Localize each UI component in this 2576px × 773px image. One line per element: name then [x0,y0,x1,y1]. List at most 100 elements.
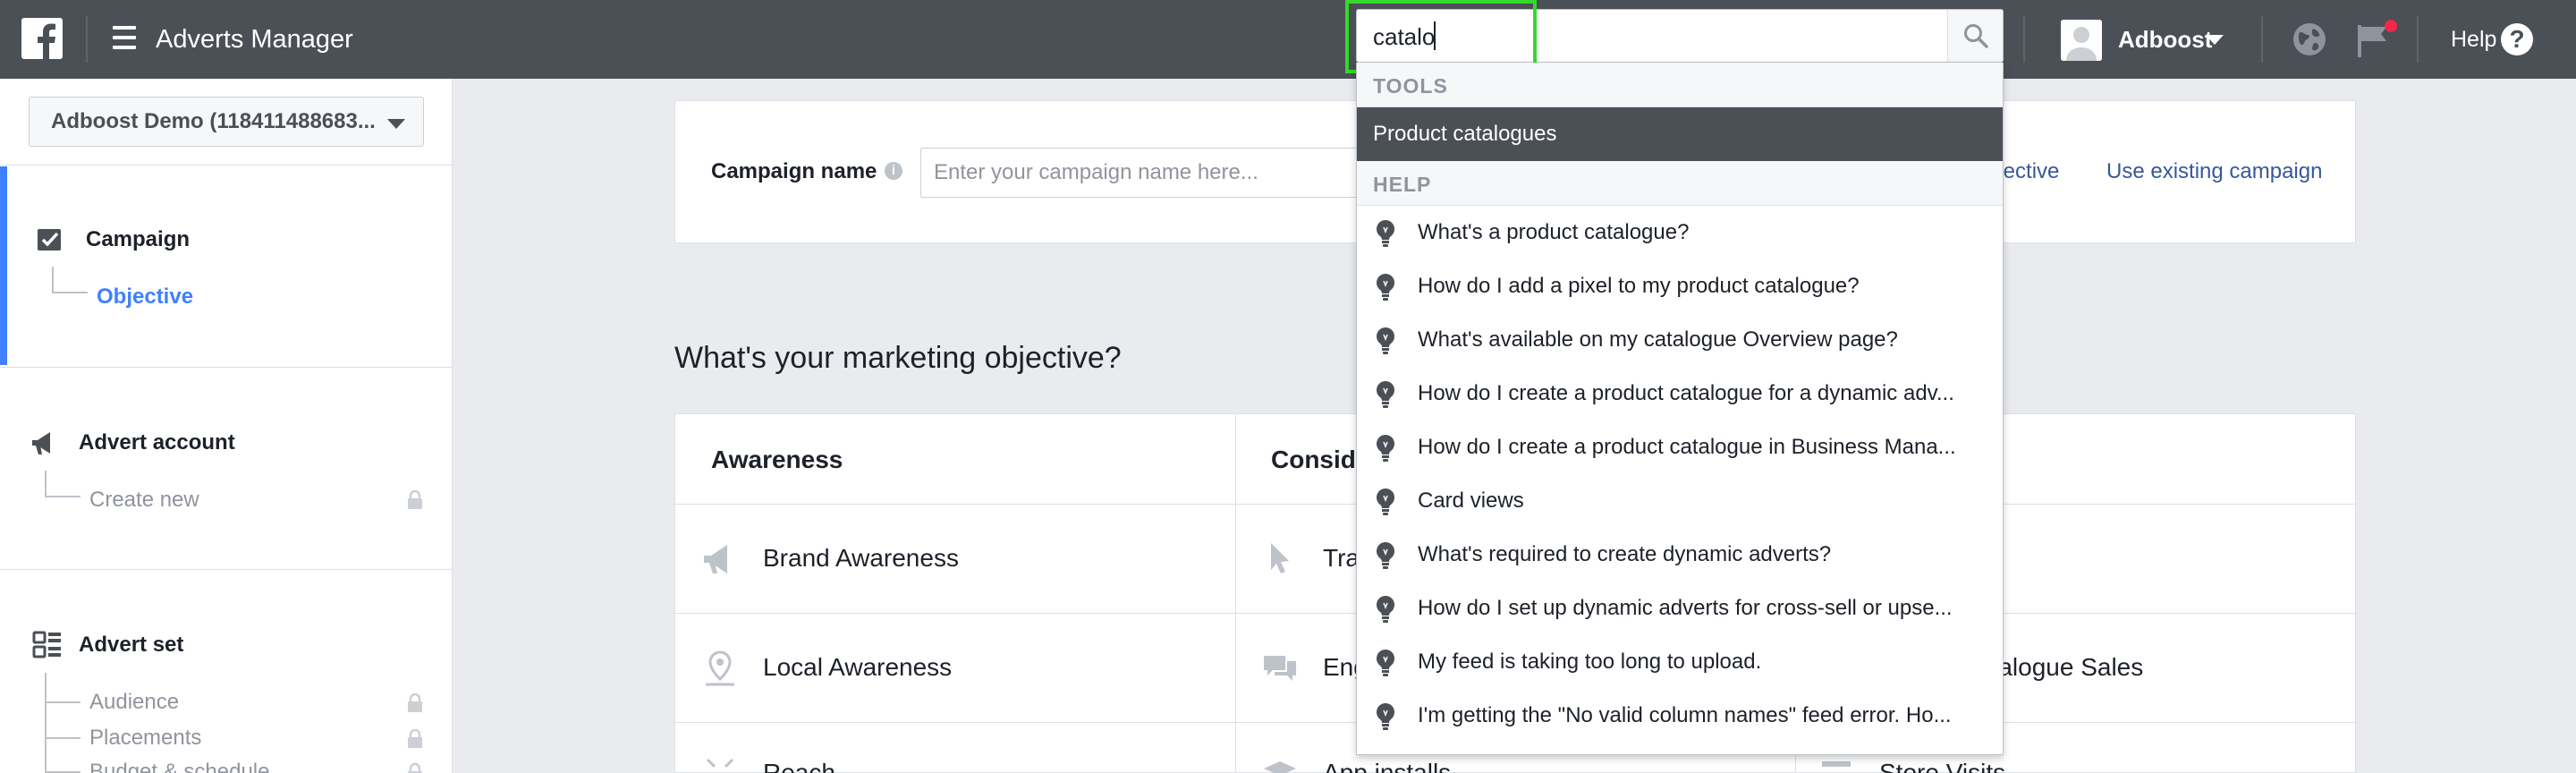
tree-line [45,471,47,497]
objective-app-installs[interactable]: App installs [1323,758,1451,773]
search-icon [1964,24,1988,48]
help-result-label: How do I add a pixel to my product catal… [1418,274,1860,298]
reach-icon [706,758,734,769]
lock-icon [408,692,422,712]
help-result-item[interactable]: How do I add a pixel to my product catal… [1357,259,2003,313]
sidebar-item-objective[interactable]: Objective [97,284,193,310]
help-result-label: How do I set up dynamic adverts for cros… [1418,596,1953,620]
topbar-divider [2261,16,2263,63]
app-title: Adverts Manager [156,25,353,54]
column-divider [1235,414,1236,773]
help-section-header: HELP [1357,161,2003,206]
app-installs-icon [1264,761,1296,773]
location-pin-icon [706,650,734,686]
tree-line [52,292,88,293]
campaign-name-input[interactable] [920,148,1385,198]
megaphone-icon [32,432,50,454]
topbar-divider [2023,16,2025,63]
sidebar: Adboost Demo (118411488683... Campaign O… [0,79,453,773]
help-result-label: How do I create a product catalogue for … [1418,381,1954,405]
lock-icon [408,489,422,509]
objective-local-awareness[interactable]: Local Awareness [763,652,952,683]
lightbulb-icon [1377,488,1394,515]
objective-brand-awareness[interactable]: Brand Awareness [763,543,959,573]
help-result-item[interactable]: How do I create a product catalogue for … [1357,367,2003,420]
tool-result-label: Product catalogues [1373,122,1557,146]
info-icon[interactable]: i [885,162,902,180]
chevron-down-icon [387,119,405,129]
help-result-label: What's required to create dynamic advert… [1418,542,1832,566]
question-mark-icon[interactable]: ? [2501,23,2533,55]
active-section-indicator [0,166,7,365]
help-result-label: Card views [1418,488,1524,513]
account-selector-label: Adboost Demo (118411488683... [51,109,376,133]
store-icon [1822,761,1851,767]
divider [0,367,453,368]
campaign-checkbox-icon [38,229,61,251]
menu-icon[interactable] [113,26,136,51]
help-result-item[interactable]: I'm getting the "No valid column names" … [1357,689,2003,743]
tree-line [45,496,80,497]
tools-section-header: TOOLS [1357,63,2003,107]
grid-icon [32,631,61,658]
campaign-name-label: Campaign name [711,159,877,183]
lightbulb-icon [1377,274,1394,301]
divider [0,165,453,166]
topbar-divider [2417,16,2419,63]
help-result-item[interactable]: What's available on my catalogue Overvie… [1357,313,2003,367]
column-header-consideration: Consid [1271,446,1356,473]
tool-result-product-catalogues[interactable]: Product catalogues [1357,107,2003,161]
tree-line [45,737,80,739]
help-result-item[interactable]: My feed is taking too long to upload. [1357,635,2003,689]
facebook-logo-icon[interactable] [21,18,63,59]
user-name[interactable]: Adboost [2118,26,2212,53]
objective-reach[interactable]: Reach [763,758,835,773]
help-result-item[interactable]: What's a product catalogue? [1357,206,2003,259]
sidebar-item-audience[interactable]: Audience [89,689,179,716]
sidebar-heading-campaign[interactable]: Campaign [86,226,190,253]
avatar[interactable] [2061,20,2102,61]
cursor-icon [1271,543,1289,573]
help-result-item[interactable]: Card views [1357,474,2003,528]
help-result-item[interactable]: What's required to create dynamic advert… [1357,528,2003,582]
lightbulb-icon [1377,327,1394,354]
search-results-dropdown: TOOLS Product catalogues HELP What's a p… [1356,63,2004,755]
help-result-label: I'm getting the "No valid column names" … [1418,703,1952,727]
tree-line [52,267,54,293]
lock-icon [408,762,422,773]
lightbulb-icon [1377,435,1394,462]
help-result-label: What's a product catalogue? [1418,220,1690,244]
lightbulb-icon [1377,650,1394,676]
search-button[interactable] [1947,10,2003,62]
account-selector[interactable]: Adboost Demo (118411488683... [29,97,424,147]
column-header-awareness: Awareness [711,446,843,473]
tools-section-label: TOOLS [1373,74,1448,98]
notification-badge [2385,20,2397,32]
top-navigation-bar: Adverts Manager Adboost Help ? [0,0,2576,79]
globe-icon[interactable] [2292,21,2327,57]
chat-bubbles-icon [1264,656,1296,681]
help-result-item[interactable]: How do I create a product catalogue in B… [1357,420,2003,474]
sidebar-item-budget-schedule[interactable]: Budget & schedule [89,759,269,773]
help-link[interactable]: Help [2451,26,2496,53]
use-existing-campaign-link[interactable]: Use existing campaign [2106,158,2322,185]
sidebar-heading-advert-account[interactable]: Advert account [79,429,235,456]
help-result-label: What's available on my catalogue Overvie… [1418,327,1898,352]
objective-store-visits[interactable]: Store Visits [1879,758,2005,773]
topbar-divider [86,16,88,63]
divider [0,569,453,570]
objective-traffic[interactable]: Tra [1323,543,1360,573]
sidebar-item-create-new[interactable]: Create new [89,487,199,514]
lightbulb-icon [1377,220,1394,247]
tree-line [45,673,47,773]
sidebar-heading-advert-set[interactable]: Advert set [79,632,183,658]
help-result-label: My feed is taking too long to upload. [1418,650,1762,674]
help-result-item[interactable]: How do I set up dynamic adverts for cros… [1357,582,2003,635]
sidebar-item-placements[interactable]: Placements [89,725,201,752]
megaphone-icon [704,545,727,573]
help-section-label: HELP [1373,173,1432,196]
chevron-down-icon[interactable] [2206,35,2224,45]
lock-icon [408,728,422,748]
tree-line [45,701,80,703]
help-result-label: How do I create a product catalogue in B… [1418,435,1956,459]
